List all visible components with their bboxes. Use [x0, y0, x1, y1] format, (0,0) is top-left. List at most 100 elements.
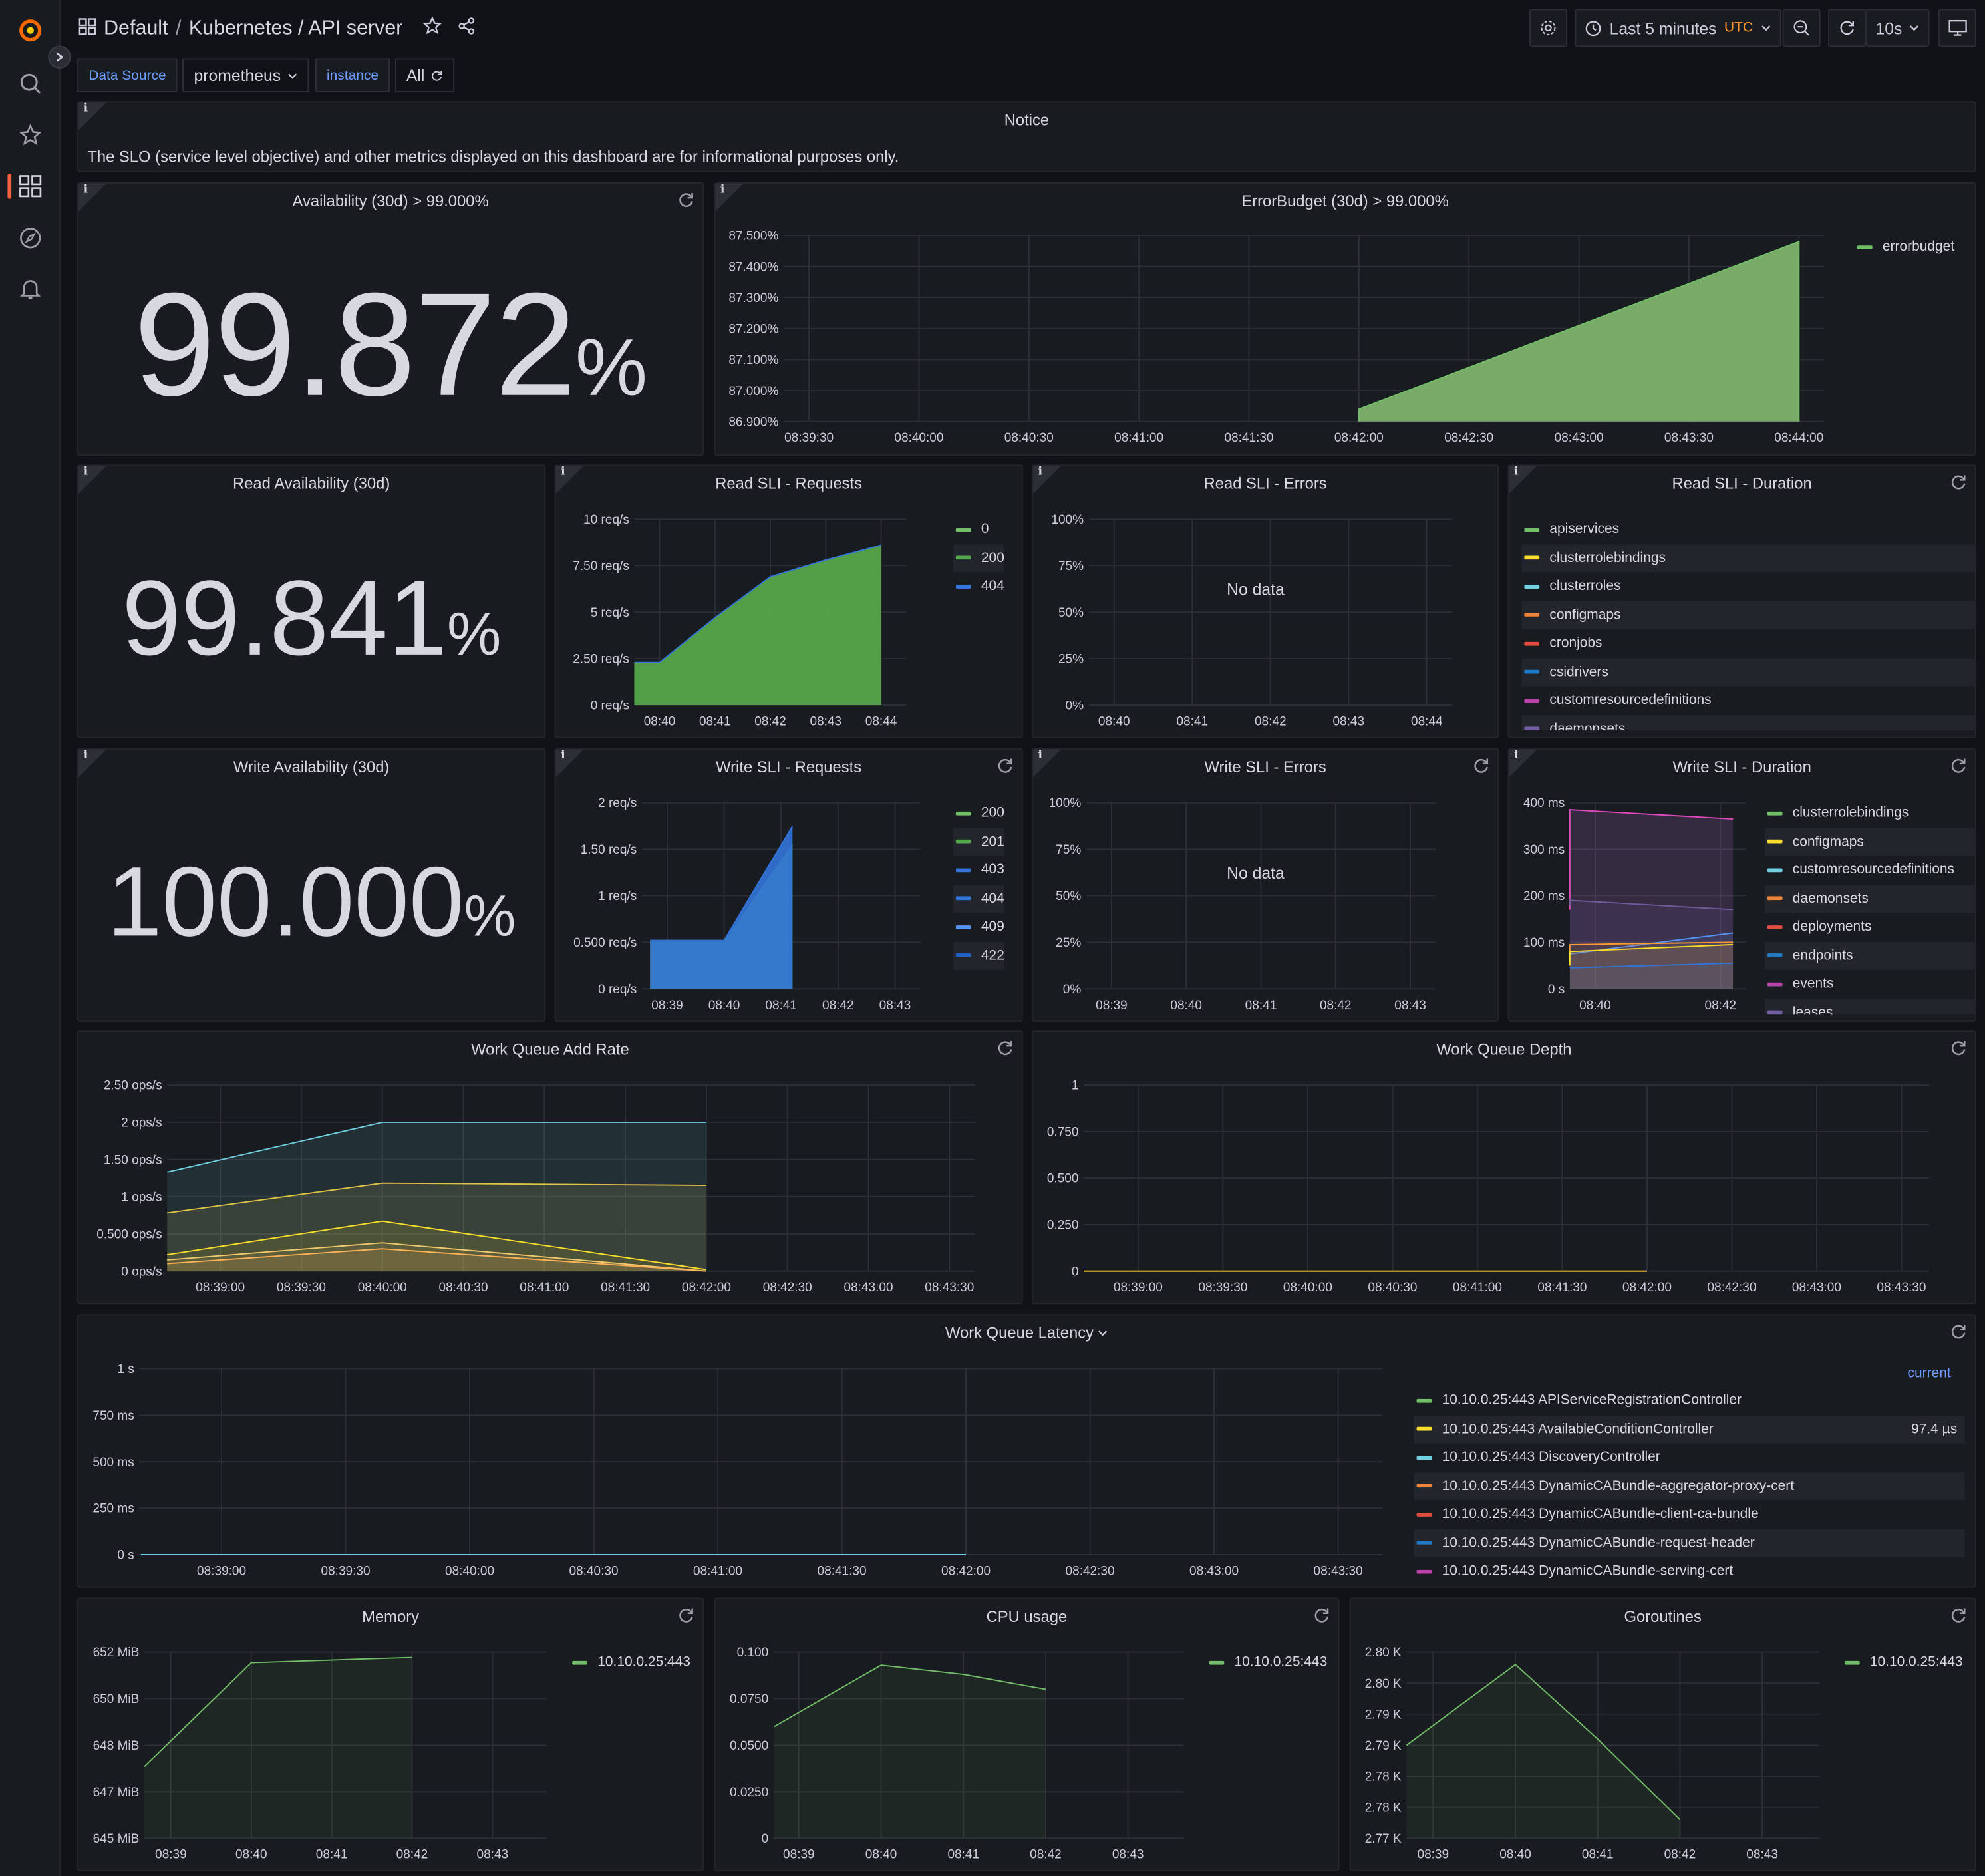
- error-budget-panel[interactable]: i ErrorBudget (30d) > 99.000% 86.900% 87.…: [714, 182, 1976, 456]
- legend-item[interactable]: daemonsets: [1764, 884, 1975, 913]
- read-availability-panel[interactable]: i Read Availability (30d) 99.841%: [77, 464, 546, 738]
- panel-title: Availability (30d) > 99.000%: [292, 192, 489, 210]
- dashboard-settings-button[interactable]: [1529, 9, 1568, 47]
- legend-swatch: [1524, 726, 1540, 731]
- dashboard-title[interactable]: Kubernetes / API server: [189, 18, 403, 41]
- legend-item[interactable]: events: [1765, 970, 1975, 999]
- legend-item[interactable]: 10.10.0.25:443: [1207, 1648, 1327, 1677]
- legend-swatch: [1767, 868, 1783, 872]
- read-sli-errors-panel[interactable]: i Read SLI - Errors 0% 25% 50% 75% 100% 08:40…: [1032, 464, 1499, 738]
- refresh-icon[interactable]: [1950, 474, 1968, 492]
- legend-item[interactable]: 10.10.0.25:443 APIServiceRegistrationCon…: [1414, 1386, 1965, 1415]
- legend-item[interactable]: 200: [953, 544, 1004, 573]
- zoom-out-button[interactable]: [1782, 9, 1821, 47]
- expand-menu-button[interactable]: [48, 45, 71, 69]
- goroutines-panel[interactable]: Goroutines 2.77 K 2.78 K 2.78 K 2.79 K 2.79 …: [1349, 1597, 1976, 1871]
- write-sli-requests-panel[interactable]: i Write SLI - Requests 0 req/s 0.500 req/…: [554, 748, 1023, 1022]
- memory-panel[interactable]: Memory 645 MiB 647 MiB 648 MiB 650 MiB 652 M…: [77, 1597, 704, 1871]
- write-sli-errors-panel[interactable]: i Write SLI - Errors 0% 25% 50% 75% 100% 08:3…: [1032, 748, 1499, 1022]
- legend-item[interactable]: 10.10.0.25:443 DynamicCABundle-aggregato…: [1414, 1472, 1965, 1501]
- refresh-interval-picker[interactable]: 10s: [1866, 9, 1930, 47]
- legend-item[interactable]: 10.10.0.25:443 DynamicCABundle-request-h…: [1414, 1528, 1965, 1557]
- legend-item[interactable]: 403: [953, 856, 1004, 884]
- work-queue-depth-panel[interactable]: Work Queue Depth 0 0.250 0.500 0.750 1 08:39:…: [1032, 1030, 1976, 1305]
- legend-item[interactable]: 404: [953, 884, 1004, 913]
- y-tick-label: 100%: [1049, 796, 1082, 810]
- write-sli-duration-panel[interactable]: i Write SLI - Duration 0 s 100 ms 200 ms 30…: [1507, 748, 1976, 1022]
- legend-item[interactable]: 200: [953, 799, 1004, 828]
- legend-item[interactable]: 0: [953, 516, 1004, 544]
- legend-item[interactable]: clusterroles: [1522, 572, 1975, 601]
- legend-item[interactable]: daemonsets: [1521, 714, 1975, 731]
- x-tick-label: 08:40:30: [569, 1564, 619, 1578]
- explore-icon[interactable]: [15, 223, 46, 253]
- legend-item[interactable]: customresourcedefinitions: [1522, 686, 1975, 714]
- legend-item[interactable]: 10.10.0.25:443 DynamicCABundle-serving-c…: [1414, 1557, 1965, 1586]
- y-tick-label: 87.100%: [728, 353, 778, 367]
- refresh-icon[interactable]: [1950, 1607, 1968, 1625]
- legend-item[interactable]: csidrivers: [1521, 657, 1975, 687]
- x-tick-label: 08:40:30: [1004, 431, 1054, 445]
- legend-item[interactable]: clusterrolebindings: [1765, 799, 1975, 828]
- legend-item[interactable]: errorbudget: [1855, 233, 1954, 261]
- instance-select[interactable]: All: [394, 58, 456, 92]
- legend-label: 10.10.0.25:443 DynamicCABundle-serving-c…: [1442, 1563, 1734, 1579]
- search-icon[interactable]: [15, 69, 46, 99]
- refresh-icon[interactable]: [1950, 1323, 1968, 1341]
- x-tick-label: 08:42:30: [1707, 1281, 1756, 1295]
- availability-panel[interactable]: i Availability (30d) > 99.000% 99.872%: [77, 182, 704, 456]
- legend-item[interactable]: configmaps: [1521, 601, 1975, 629]
- star-dashboard-icon[interactable]: [422, 16, 442, 42]
- read-sli-duration-panel[interactable]: i Read SLI - Duration apiservices cluste…: [1507, 464, 1976, 738]
- refresh-icon[interactable]: [677, 1607, 695, 1625]
- y-tick-label: 1.50 req/s: [581, 843, 637, 857]
- x-tick-label: 08:43:00: [1555, 431, 1604, 445]
- legend-item[interactable]: 10.10.0.25:443 DiscoveryController: [1414, 1444, 1965, 1472]
- y-tick-label: 87.000%: [728, 385, 778, 398]
- tv-mode-button[interactable]: [1938, 9, 1976, 47]
- refresh-icon[interactable]: [1950, 757, 1968, 775]
- legend-item[interactable]: deployments: [1765, 913, 1975, 941]
- legend-item[interactable]: apiservices: [1522, 516, 1975, 544]
- work-queue-latency-panel[interactable]: Work Queue Latency 0 s 250 ms 500 ms 750 ms…: [77, 1314, 1976, 1588]
- breadcrumb-folder[interactable]: Default: [104, 18, 168, 41]
- error-budget-chart: 86.900% 87.000% 87.100% 87.200% 87.300% 87.40…: [728, 230, 1825, 445]
- cpu-usage-panel[interactable]: CPU usage 0 0.0250 0.0500 0.0750 0.100 08:39 0…: [714, 1597, 1340, 1871]
- legend-item[interactable]: endpoints: [1764, 941, 1975, 970]
- refresh-button[interactable]: [1828, 9, 1867, 47]
- time-range-picker[interactable]: Last 5 minutes UTC: [1575, 9, 1781, 47]
- grafana-logo-icon[interactable]: [15, 15, 46, 46]
- legend-item[interactable]: 422: [953, 941, 1004, 970]
- stat-value: 99.841: [122, 558, 448, 678]
- legend-item[interactable]: customresourcedefinitions: [1765, 856, 1975, 884]
- legend-item[interactable]: 409: [953, 913, 1004, 941]
- refresh-icon[interactable]: [677, 191, 695, 209]
- legend-item[interactable]: 10.10.0.25:443: [1842, 1648, 1963, 1677]
- legend-item[interactable]: clusterrolebindings: [1521, 544, 1975, 573]
- datasource-select[interactable]: prometheus: [182, 58, 309, 92]
- legend-item[interactable]: leases: [1764, 998, 1975, 1015]
- latency-chart: 0 s 250 ms 500 ms 750 ms 1 s 08:39:00 08:39:30…: [92, 1362, 1383, 1578]
- alerting-bell-icon[interactable]: [15, 273, 46, 304]
- write-availability-panel[interactable]: i Write Availability (30d) 100.000%: [77, 748, 546, 1022]
- legend-item[interactable]: 10.10.0.25:443 AvailableConditionControl…: [1414, 1414, 1965, 1444]
- legend-current-header[interactable]: current: [1907, 1366, 1950, 1381]
- starred-icon[interactable]: [15, 120, 46, 151]
- legend-item[interactable]: 10.10.0.25:443: [569, 1648, 690, 1677]
- legend-item[interactable]: 404: [953, 572, 1004, 601]
- series-area: [1406, 1664, 1680, 1839]
- legend-item[interactable]: 10.10.0.25:443 DynamicCABundle-client-ca…: [1414, 1500, 1965, 1529]
- legend-item[interactable]: cronjobs: [1522, 629, 1975, 658]
- read-sli-requests-panel[interactable]: i Read SLI - Requests 0 req/s 2.50 req/s 5…: [554, 464, 1023, 738]
- share-icon[interactable]: [457, 17, 476, 42]
- x-tick-label: 08:40: [708, 999, 740, 1013]
- y-tick-label: 75%: [1056, 843, 1081, 857]
- x-tick-label: 08:42:00: [1622, 1281, 1672, 1295]
- dashboards-icon[interactable]: [15, 171, 46, 202]
- x-tick-label: 08:39: [651, 999, 683, 1013]
- work-queue-add-rate-panel[interactable]: Work Queue Add Rate 0 ops/s 0.500 ops/s 1 …: [77, 1030, 1023, 1305]
- legend-item[interactable]: 201: [953, 827, 1004, 856]
- refresh-icon[interactable]: [1313, 1607, 1331, 1625]
- legend-item[interactable]: configmaps: [1764, 827, 1975, 856]
- panel-title: Write Availability (30d): [233, 758, 390, 776]
